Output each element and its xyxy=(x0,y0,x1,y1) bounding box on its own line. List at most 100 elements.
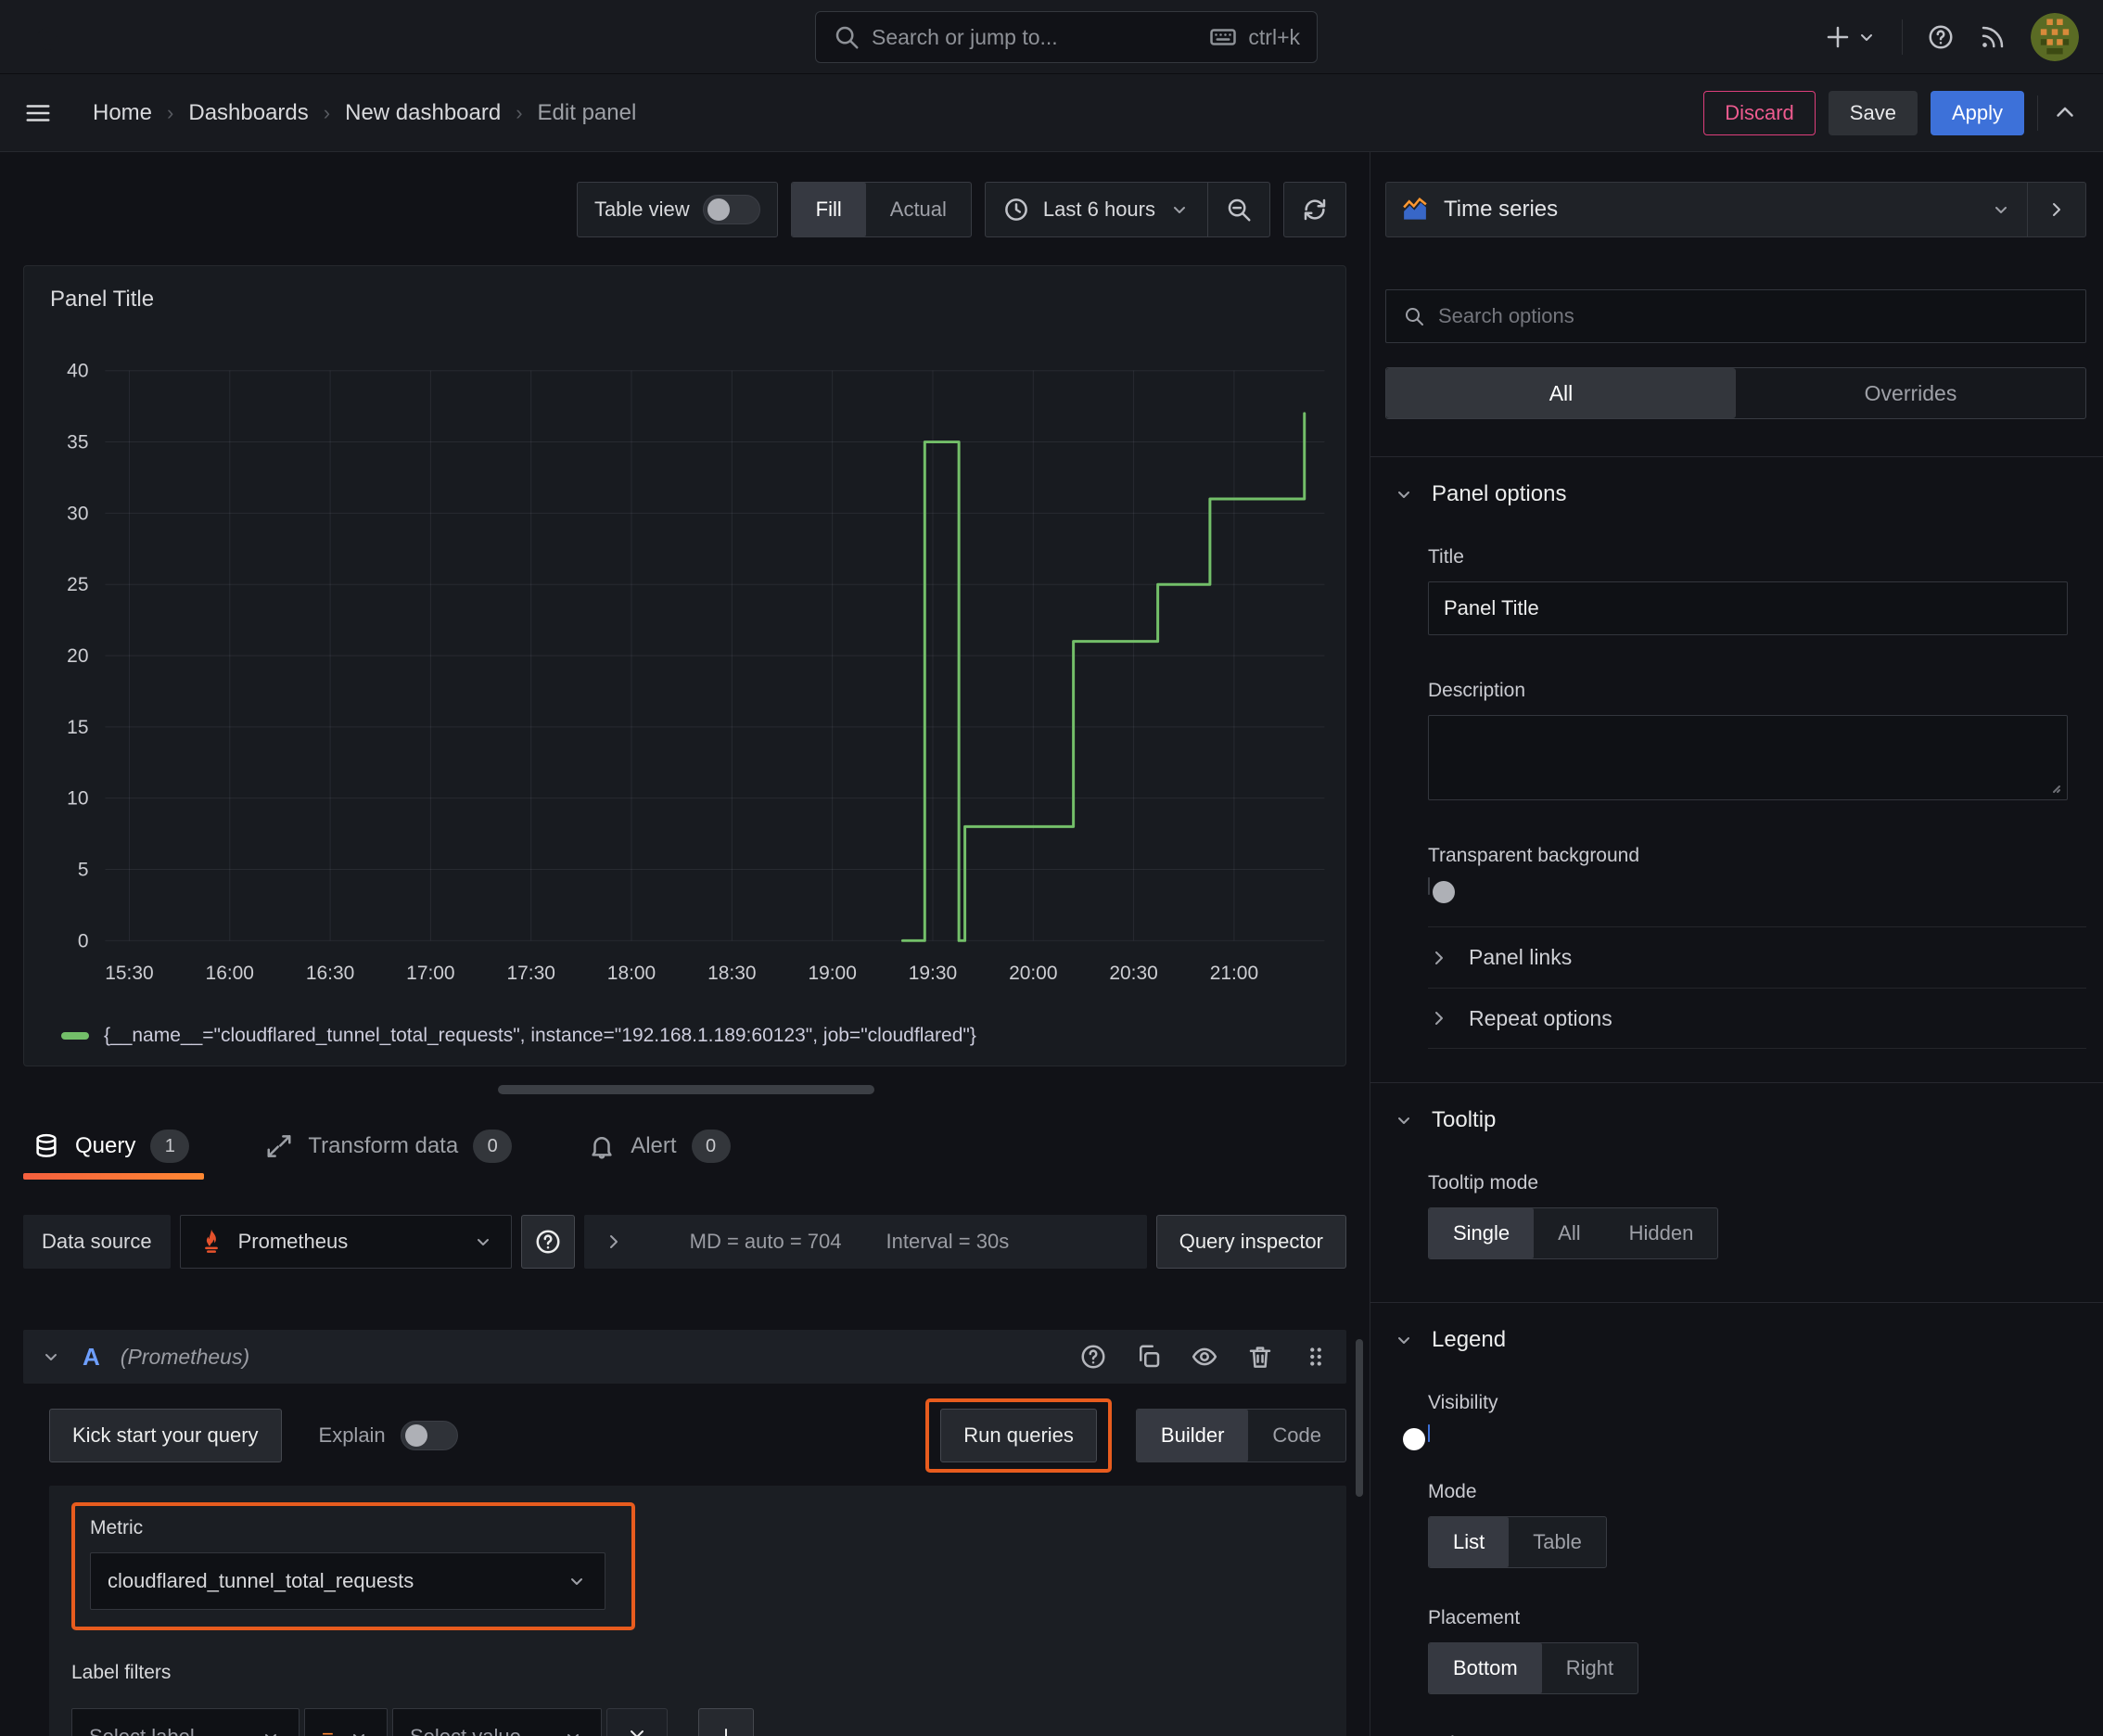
toggle-viz-picker-button[interactable] xyxy=(2028,198,2085,221)
options-search-input[interactable]: Search options xyxy=(1385,289,2086,343)
query-datasource-hint: (Prometheus) xyxy=(120,1344,250,1369)
edit-panel-workspace: Table view Fill Actual Last 6 hours 0 5 … xyxy=(0,152,2103,1736)
select-label-placeholder: Select label xyxy=(89,1725,195,1736)
time-series-viz-icon xyxy=(1402,198,1428,221)
add-new-button[interactable] xyxy=(1824,23,1878,51)
legend-header[interactable]: Legend xyxy=(1385,1327,2086,1353)
table-view-toggle[interactable] xyxy=(702,195,760,224)
plus-icon xyxy=(1827,26,1849,47)
tooltip-header[interactable]: Tooltip xyxy=(1385,1107,2086,1133)
toggle-visibility-icon[interactable] xyxy=(1191,1343,1218,1371)
add-filter-button[interactable] xyxy=(698,1708,754,1736)
placement-right-option[interactable]: Right xyxy=(1542,1643,1638,1693)
close-icon xyxy=(631,1730,644,1736)
metric-label: Metric xyxy=(90,1517,144,1538)
duplicate-query-icon[interactable] xyxy=(1135,1343,1163,1371)
query-inspector-button[interactable]: Query inspector xyxy=(1155,1215,1346,1269)
mode-table-option[interactable]: Table xyxy=(1509,1517,1606,1567)
select-label-dropdown[interactable]: Select label xyxy=(71,1708,300,1736)
user-avatar[interactable] xyxy=(2031,12,2079,61)
explain-label: Explain xyxy=(318,1423,386,1447)
run-queries-button[interactable]: Run queries xyxy=(940,1409,1097,1462)
metric-value: cloudflared_tunnel_total_requests xyxy=(108,1569,414,1592)
panel-title-input[interactable]: Panel Title xyxy=(1428,581,2068,635)
table-view-control: Table view xyxy=(576,182,778,237)
repeat-options-row[interactable]: Repeat options xyxy=(1428,988,2086,1049)
time-range-picker[interactable]: Last 6 hours xyxy=(986,183,1207,236)
panel-links-label: Panel links xyxy=(1469,945,1573,969)
preview-toolbar: Table view Fill Actual Last 6 hours xyxy=(23,182,1346,237)
query-options-strip[interactable]: MD = auto = 704 Interval = 30s xyxy=(583,1215,1147,1269)
query-editor-section: A (Prometheus) Kick start your query Exp… xyxy=(23,1330,1346,1736)
operator-dropdown[interactable]: = xyxy=(304,1708,388,1736)
panel-options-header[interactable]: Panel options xyxy=(1385,481,2086,507)
datasource-help-button[interactable] xyxy=(520,1215,575,1269)
tooltip-title: Tooltip xyxy=(1432,1107,1497,1132)
actual-option[interactable]: Actual xyxy=(866,183,971,236)
drag-handle-icon[interactable] xyxy=(1302,1343,1330,1371)
tooltip-all-option[interactable]: All xyxy=(1534,1208,1604,1258)
query-help-icon[interactable] xyxy=(1079,1343,1107,1371)
chevron-down-icon[interactable] xyxy=(1990,198,2012,221)
select-value-placeholder: Select value xyxy=(410,1725,521,1736)
time-series-chart[interactable]: 0 5 10 15 20 25 30 35 40 15:30 16:00 16:30 17:00 17:3… xyxy=(24,266,1345,1066)
explain-toggle[interactable] xyxy=(400,1421,458,1450)
help-icon[interactable] xyxy=(1927,23,1955,51)
question-circle-icon xyxy=(536,1230,560,1254)
breadcrumb-new-dashboard[interactable]: New dashboard xyxy=(345,100,501,126)
builder-option[interactable]: Builder xyxy=(1136,1410,1249,1462)
tab-alert[interactable]: Alert 0 xyxy=(579,1122,745,1180)
legend-visibility-toggle[interactable] xyxy=(1403,1424,1430,1450)
transparent-bg-toggle[interactable] xyxy=(1428,877,1455,903)
tab-overrides[interactable]: Overrides xyxy=(1736,368,2085,418)
global-search-input[interactable]: Search or jump to... ctrl+k xyxy=(815,11,1318,63)
resize-handle-icon[interactable] xyxy=(2041,773,2063,796)
svg-text:17:00: 17:00 xyxy=(406,963,454,984)
breadcrumb: Home › Dashboards › New dashboard › Edit… xyxy=(93,100,636,126)
horizontal-scrollbar[interactable] xyxy=(498,1085,874,1094)
select-value-dropdown[interactable]: Select value xyxy=(392,1708,602,1736)
save-button[interactable]: Save xyxy=(1828,90,1918,135)
mode-list-option[interactable]: List xyxy=(1429,1517,1510,1567)
menu-icon[interactable] xyxy=(24,99,52,127)
zoom-out-button[interactable] xyxy=(1208,183,1269,236)
query-row-header[interactable]: A (Prometheus) xyxy=(23,1330,1346,1384)
kick-start-button[interactable]: Kick start your query xyxy=(49,1409,282,1462)
chevron-down-icon xyxy=(1398,491,1409,498)
collapse-header-icon[interactable] xyxy=(2051,99,2079,127)
chevron-right-icon xyxy=(2053,203,2060,216)
apply-button[interactable]: Apply xyxy=(1930,90,2024,135)
breadcrumb-dashboards[interactable]: Dashboards xyxy=(188,100,308,126)
remove-filter-button[interactable] xyxy=(606,1708,668,1736)
panel-links-row[interactable]: Panel links xyxy=(1428,926,2086,988)
metric-select[interactable]: cloudflared_tunnel_total_requests xyxy=(90,1552,605,1610)
breadcrumb-separator: › xyxy=(516,100,523,124)
tab-transform[interactable]: Transform data 0 xyxy=(256,1122,527,1180)
tooltip-hidden-option[interactable]: Hidden xyxy=(1605,1208,1718,1258)
refresh-button[interactable] xyxy=(1283,182,1346,237)
legend-series-label[interactable]: {__name__="cloudflared_tunnel_total_requ… xyxy=(104,1025,976,1047)
viz-type-label[interactable]: Time series xyxy=(1444,197,1558,223)
svg-text:25: 25 xyxy=(67,574,88,595)
breadcrumb-home[interactable]: Home xyxy=(93,100,152,126)
placement-bottom-option[interactable]: Bottom xyxy=(1429,1643,1542,1693)
tab-all[interactable]: All xyxy=(1386,368,1736,418)
section-legend: Legend Visibility Mode List Table Placem… xyxy=(1370,1302,2103,1736)
code-option[interactable]: Code xyxy=(1248,1410,1345,1462)
section-panel-options: Panel options Title Panel Title Descript… xyxy=(1370,456,2103,1049)
grafana-logo-icon[interactable] xyxy=(24,12,70,62)
chevron-down-icon xyxy=(567,1734,579,1736)
vertical-scrollbar[interactable] xyxy=(1356,1339,1363,1497)
fill-option[interactable]: Fill xyxy=(791,183,866,236)
news-icon[interactable] xyxy=(1979,23,2007,51)
discard-button[interactable]: Discard xyxy=(1703,90,1816,135)
description-textarea[interactable] xyxy=(1428,715,2068,800)
chart-legend: {__name__="cloudflared_tunnel_total_requ… xyxy=(61,1025,976,1047)
datasource-picker[interactable]: Prometheus xyxy=(179,1215,512,1269)
legend-series-swatch[interactable] xyxy=(61,1032,89,1040)
tab-query[interactable]: Query 1 xyxy=(23,1122,205,1180)
panel-options-pane: Time series Search options All Overrides… xyxy=(1370,152,2103,1736)
delete-query-icon[interactable] xyxy=(1246,1343,1274,1371)
table-view-label: Table view xyxy=(593,198,690,221)
tooltip-single-option[interactable]: Single xyxy=(1429,1208,1535,1258)
